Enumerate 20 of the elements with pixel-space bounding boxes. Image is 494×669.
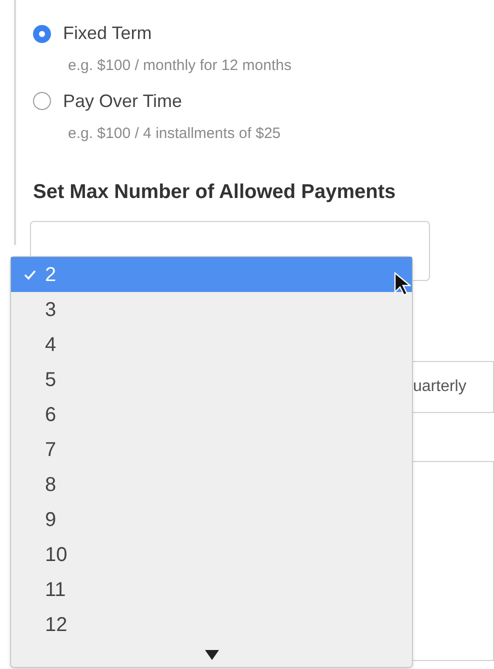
dropdown-option[interactable]: 10 — [11, 537, 412, 572]
pointer-icon — [394, 272, 411, 297]
dropdown-option[interactable]: 6 — [11, 397, 412, 432]
dropdown-option[interactable]: 12 — [11, 607, 412, 642]
dropdown-option[interactable]: 5 — [11, 362, 412, 397]
dropdown-option[interactable]: 8 — [11, 467, 412, 502]
option-example: e.g. $100 / monthly for 12 months — [68, 56, 292, 76]
scroll-down-icon[interactable] — [204, 650, 218, 660]
option-label: Fixed Term — [63, 22, 152, 45]
radio-button[interactable] — [33, 92, 51, 110]
option-example: e.g. $100 / 4 installments of $25 — [68, 124, 282, 144]
dropdown-option[interactable]: 9 — [11, 502, 412, 537]
dropdown-option[interactable]: 4 — [11, 327, 412, 362]
dropdown-option[interactable]: 11 — [11, 572, 412, 607]
radio-button[interactable] — [33, 24, 51, 42]
check-icon — [24, 270, 36, 280]
dropdown-option[interactable]: 3 — [11, 292, 412, 327]
option-label: Pay Over Time — [63, 90, 182, 113]
section-heading: Set Max Number of Allowed Payments — [33, 180, 397, 205]
dropdown-option[interactable]: 7 — [11, 432, 412, 467]
